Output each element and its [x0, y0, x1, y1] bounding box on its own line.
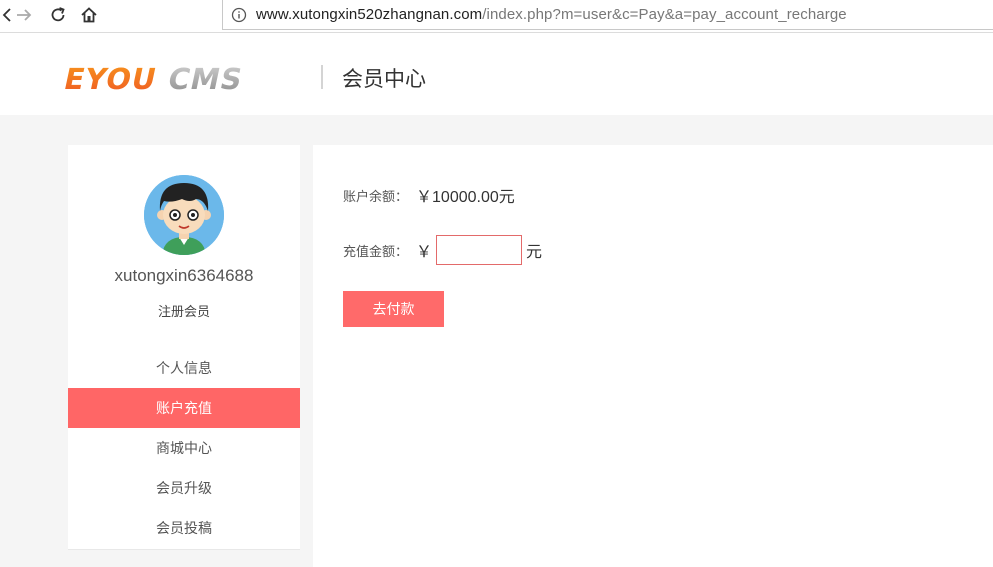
balance-label: 账户余额： [343, 188, 409, 204]
cartoon-boy-avatar-icon [144, 175, 224, 255]
amount-unit: 元 [526, 244, 543, 261]
address-bar[interactable]: www.xutongxin520zhangnan.com/index.php?m… [222, 0, 993, 30]
avatar[interactable] [144, 175, 224, 255]
sidebar-item-recharge[interactable]: 账户充值 [68, 388, 300, 428]
header-divider [321, 65, 323, 89]
recharge-label: 充值金额： [343, 243, 409, 259]
home-icon [81, 7, 97, 23]
eyoucms-logo[interactable]: EYOU CMS [62, 63, 280, 93]
sidebar-menu: 个人信息 账户充值 商城中心 会员升级 会员投稿 [68, 348, 300, 548]
home-button[interactable] [77, 4, 101, 26]
url-text: www.xutongxin520zhangnan.com/index.php?m… [256, 6, 847, 23]
sidebar-item-shop[interactable]: 商城中心 [68, 428, 300, 468]
pay-button[interactable]: 去付款 [343, 291, 444, 327]
currency-symbol: ￥ [416, 244, 433, 261]
svg-text:CMS: CMS [165, 63, 246, 93]
recharge-panel: 账户余额： ￥10000.00元 充值金额： ￥ 元 去付款 [313, 145, 993, 567]
member-level: 注册会员 [157, 304, 210, 319]
forward-button[interactable] [12, 4, 36, 26]
recharge-amount-input[interactable] [436, 235, 523, 265]
balance-value: ￥10000.00元 [416, 189, 515, 206]
reload-button[interactable] [46, 4, 70, 26]
balance-row: 账户余额： ￥10000.00元 [343, 183, 515, 207]
reload-icon [51, 7, 65, 22]
site-info-icon[interactable] [231, 7, 247, 23]
page-title: 会员中心 [342, 68, 426, 91]
site-header: EYOU CMS 会员中心 [0, 33, 993, 115]
sidebar-item-upgrade[interactable]: 会员升级 [68, 468, 300, 508]
url-path: /index.php?m=user&c=Pay&a=pay_account_re… [482, 6, 847, 23]
user-sidebar: xutongxin6364688 注册会员 个人信息 账户充值 商城中心 会员升… [68, 145, 300, 550]
forward-arrow-icon [17, 9, 32, 21]
sidebar-item-profile[interactable]: 个人信息 [68, 348, 300, 388]
recharge-row: 充值金额： ￥ 元 [343, 235, 542, 265]
url-host: www.xutongxin520zhangnan.com [256, 6, 483, 23]
sidebar-item-submit[interactable]: 会员投稿 [68, 508, 300, 548]
svg-text:EYOU: EYOU [62, 63, 160, 93]
username: xutongxin6364688 [114, 266, 254, 285]
browser-toolbar: www.xutongxin520zhangnan.com/index.php?m… [0, 0, 993, 33]
